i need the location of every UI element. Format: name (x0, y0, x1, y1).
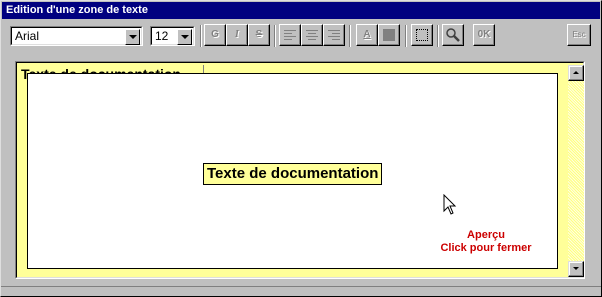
font-dropdown-button[interactable] (125, 29, 140, 45)
toolbar-separator (349, 25, 351, 47)
scroll-up-button[interactable] (568, 65, 584, 81)
bold-button[interactable]: G (204, 24, 226, 46)
text-color-icon: A (363, 29, 371, 40)
arrow-up-icon (573, 71, 579, 74)
align-center-icon (306, 30, 318, 42)
italic-button[interactable]: I (226, 24, 248, 46)
strike-label: S (255, 29, 263, 40)
font-size-select[interactable]: 12 (150, 26, 195, 46)
font-family-select[interactable]: Arial (10, 26, 143, 46)
preview-hint: Aperçu Click pour fermer (431, 229, 541, 255)
italic-label: I (235, 29, 239, 40)
dialog-window: Edition d'une zone de texte Arial 12 G I… (0, 0, 602, 297)
text-editor-area[interactable]: Texte de documentation Texte de document… (15, 61, 585, 279)
bold-label: G (211, 29, 219, 40)
mouse-pointer-icon (443, 194, 457, 215)
font-size-value: 12 (155, 29, 169, 43)
border-icon (416, 29, 428, 41)
preview-zoom-button[interactable] (442, 24, 464, 46)
preview-hint-close: Click pour fermer (440, 242, 532, 254)
escape-button[interactable]: Esc (567, 24, 591, 46)
background-color-button[interactable] (378, 24, 400, 46)
window-title: Edition d'une zone de texte (2, 2, 600, 19)
text-caret (203, 65, 204, 73)
toolbar-separator (274, 25, 276, 47)
preview-panel[interactable]: Texte de documentation Aperçu Click pour… (27, 73, 558, 269)
toolbar-separator (437, 25, 439, 47)
ok-label: 0K (477, 29, 491, 40)
align-left-button[interactable] (279, 24, 301, 46)
align-right-button[interactable] (323, 24, 345, 46)
align-right-icon (328, 30, 340, 42)
chevron-down-icon (129, 35, 137, 39)
chevron-down-icon (181, 35, 189, 39)
toolbar-separator (200, 25, 202, 47)
toolbar-separator (405, 25, 407, 47)
align-left-icon (284, 30, 296, 42)
preview-text-box: Texte de documentation (203, 163, 383, 185)
text-color-button[interactable]: A (356, 24, 378, 46)
window-bottom-divider (1, 286, 601, 287)
preview-hint-title: Aperçu (467, 229, 505, 241)
esc-label: Esc (572, 30, 586, 39)
vertical-scrollbar[interactable] (568, 65, 584, 277)
strikethrough-button[interactable]: S (248, 24, 270, 46)
align-center-button[interactable] (301, 24, 323, 46)
scroll-down-button[interactable] (568, 261, 584, 277)
size-dropdown-button[interactable] (177, 29, 192, 45)
magnifier-icon (446, 28, 460, 42)
ok-button[interactable]: 0K (473, 24, 495, 46)
font-family-value: Arial (15, 29, 40, 43)
arrow-down-icon (573, 267, 579, 270)
border-button[interactable] (411, 24, 433, 46)
fill-color-icon (383, 29, 395, 41)
formatting-toolbar: Arial 12 G I S A 0K Esc (1, 21, 602, 51)
